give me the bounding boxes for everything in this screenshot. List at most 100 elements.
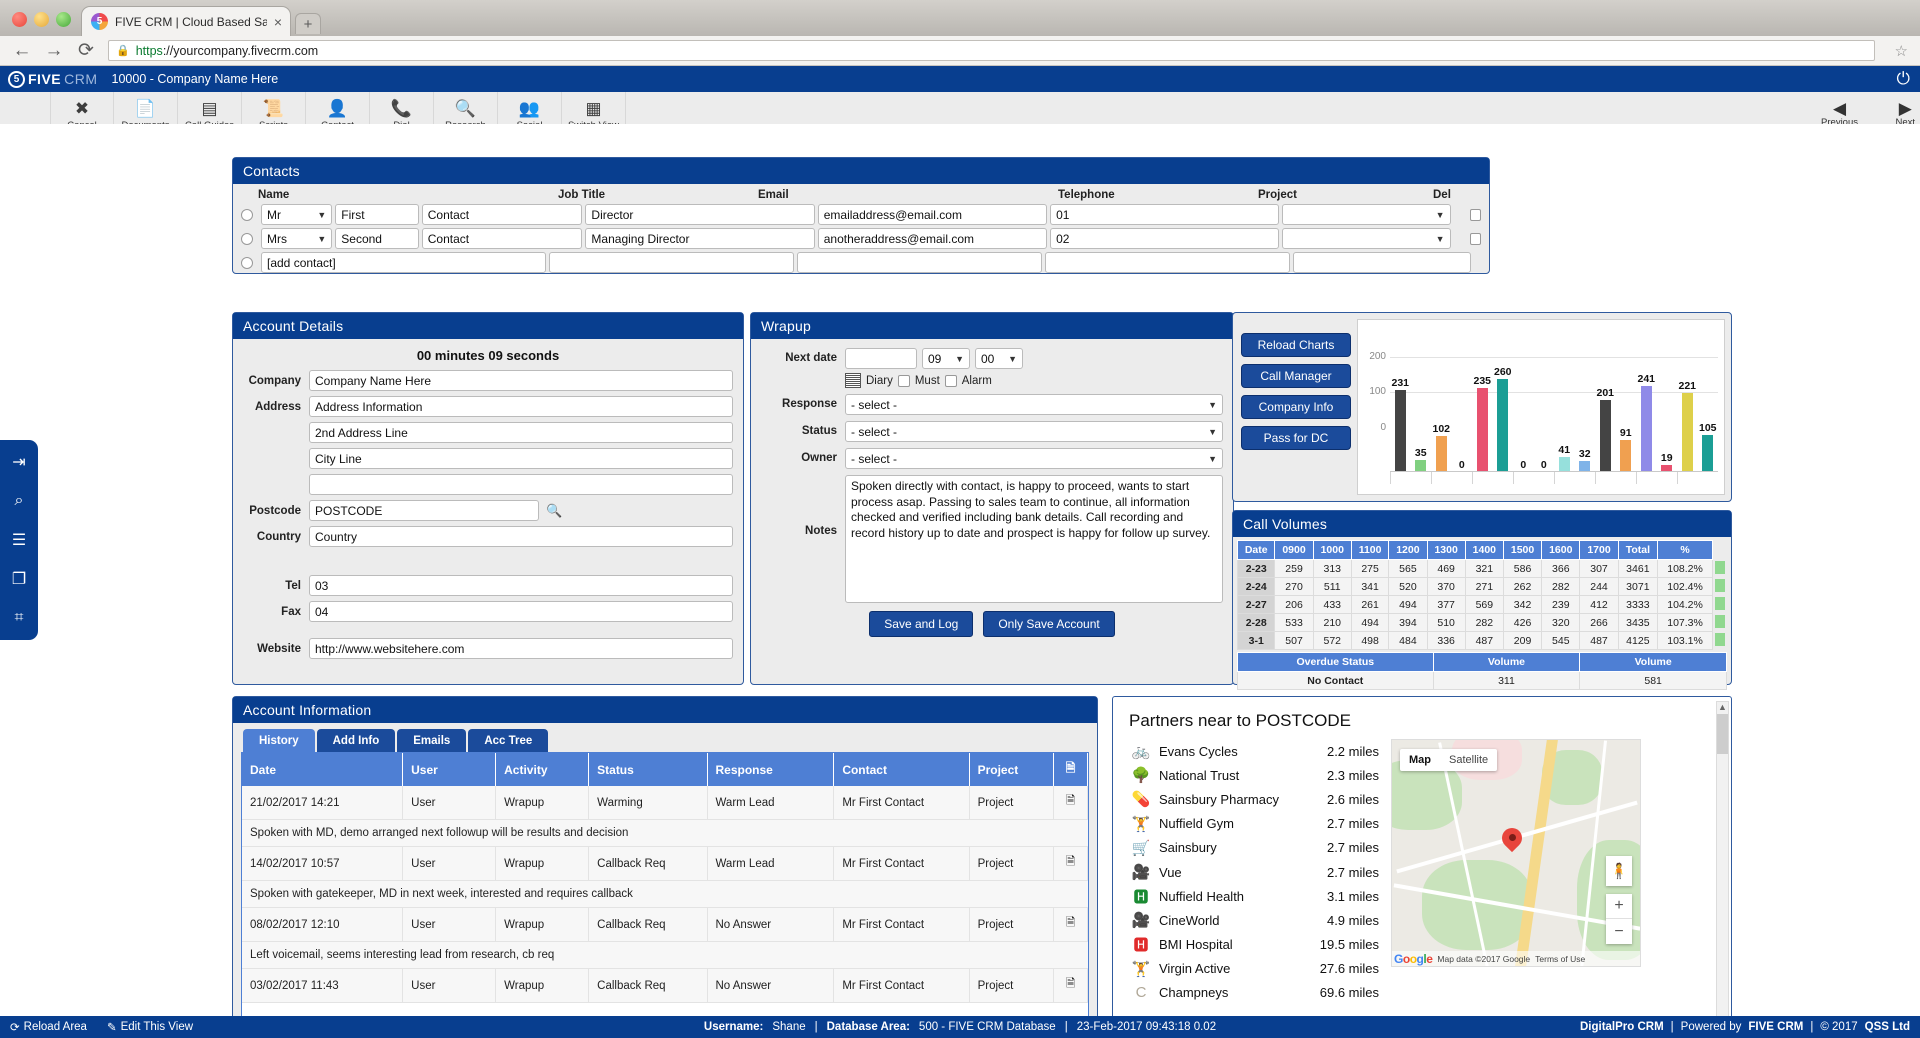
contact-email-input[interactable]: emailaddress@email.com (817, 204, 1048, 225)
alarm-checkbox[interactable] (944, 374, 957, 387)
add-contact-project[interactable] (1293, 252, 1471, 273)
map-zoom-control[interactable]: + − (1606, 894, 1632, 944)
partner-row[interactable]: 🅷 BMI Hospital 19.5 miles (1129, 933, 1379, 957)
contact-project-select[interactable]: ▼ (1282, 204, 1451, 225)
account-detail-input[interactable]: http://www.websitehere.com (309, 638, 733, 659)
partner-row[interactable]: 🎥 Vue 2.7 miles (1129, 860, 1379, 884)
account-detail-input[interactable]: POSTCODE (309, 500, 539, 521)
contact-delete-checkbox[interactable] (1469, 232, 1481, 245)
partner-row[interactable]: 💊 Sainsbury Pharmacy 2.6 miles (1129, 787, 1379, 811)
copy-records-icon[interactable]: ❐ (6, 566, 32, 592)
partner-row[interactable]: 🏋 Nuffield Gym 2.7 miles (1129, 812, 1379, 836)
back-icon[interactable]: ← (12, 40, 32, 62)
account-detail-input[interactable]: City Line (309, 448, 733, 469)
save-and-log-button[interactable]: Save and Log (869, 611, 974, 637)
add-contact-field[interactable]: [add contact] (261, 252, 546, 273)
history-edit-icon[interactable]: 🗎 (1053, 786, 1088, 820)
next-date-input[interactable] (845, 348, 917, 369)
satellite-tab[interactable]: Satellite (1440, 749, 1497, 771)
account-detail-input[interactable]: 2nd Address Line (309, 422, 733, 443)
contact-jobtitle-input[interactable]: Director (585, 204, 815, 225)
partner-row[interactable]: 🎥 CineWorld 4.9 miles (1129, 908, 1379, 932)
close-tab-icon[interactable]: × (274, 14, 282, 30)
pegman-icon[interactable]: 🧍 (1606, 856, 1632, 886)
owner-select[interactable]: - select - ▼ (845, 448, 1223, 469)
map-terms-link[interactable]: Terms of Use (1535, 954, 1585, 964)
search-records-icon[interactable]: ⌕ (6, 488, 32, 514)
partner-row[interactable]: 🏋 Virgin Active 27.6 miles (1129, 957, 1379, 981)
close-window-button[interactable] (12, 12, 27, 27)
contact-firstname-input[interactable]: Second (335, 228, 419, 249)
account-detail-input[interactable]: Company Name Here (309, 370, 733, 391)
calendar-icon[interactable] (845, 373, 861, 388)
contact-email-input[interactable]: anotheraddress@email.com (817, 228, 1048, 249)
list-view-icon[interactable]: ☰ (6, 527, 32, 553)
reload-icon[interactable]: ⟳ (76, 39, 96, 62)
expand-menu-icon[interactable]: ⇥ (6, 449, 32, 475)
history-edit-icon[interactable]: 🗎 (1053, 968, 1088, 1003)
only-save-account-button[interactable]: Only Save Account (983, 611, 1115, 637)
window-controls[interactable] (0, 12, 81, 36)
add-contact-email[interactable] (797, 252, 1042, 273)
partner-row[interactable]: 🌳 National Trust 2.3 miles (1129, 763, 1379, 787)
contact-jobtitle-input[interactable]: Managing Director (585, 228, 815, 249)
partner-row[interactable]: 🅷 Nuffield Health 3.1 miles (1129, 884, 1379, 908)
scrollbar-thumb[interactable] (1717, 714, 1728, 754)
contact-telephone-input[interactable]: 02 (1050, 228, 1280, 249)
export-icon[interactable]: 🗎 (1053, 753, 1088, 786)
contact-radio[interactable] (241, 208, 253, 221)
notes-textarea[interactable]: Spoken directly with contact, is happy t… (845, 475, 1223, 603)
postcode-search-icon[interactable]: 🔍 (546, 503, 562, 519)
chart-button-pass-for-dc[interactable]: Pass for DC (1241, 426, 1351, 450)
contact-firstname-input[interactable]: First (335, 204, 419, 225)
maximize-window-button[interactable] (56, 12, 71, 27)
chart-button-company-info[interactable]: Company Info (1241, 395, 1351, 419)
address-bar[interactable]: 🔒 https://yourcompany.fivecrm.com (108, 40, 1875, 61)
contact-project-select[interactable]: ▼ (1282, 228, 1451, 249)
partner-row[interactable]: 🚲 Evans Cycles 2.2 miles (1129, 739, 1379, 763)
add-contact-tel[interactable] (1045, 252, 1290, 273)
zoom-out-button[interactable]: − (1606, 919, 1632, 944)
reports-icon[interactable]: ⌗ (6, 605, 32, 631)
contact-title-select[interactable]: Mr ▼ (261, 204, 333, 225)
response-select[interactable]: - select - ▼ (845, 394, 1223, 415)
partner-row[interactable]: C Champneys 69.6 miles (1129, 981, 1379, 1005)
forward-icon[interactable]: → (44, 40, 64, 62)
new-tab-button[interactable]: + (295, 13, 321, 34)
account-detail-input[interactable]: 03 (309, 575, 733, 596)
chart-button-reload-charts[interactable]: Reload Charts (1241, 333, 1351, 357)
add-contact-row[interactable]: [add contact] (241, 252, 1481, 273)
contact-radio[interactable] (241, 256, 253, 269)
account-detail-input[interactable]: Address Information (309, 396, 733, 417)
minimize-window-button[interactable] (34, 12, 49, 27)
map-type-control[interactable]: Map Satellite (1400, 749, 1498, 771)
must-checkbox[interactable] (897, 374, 910, 387)
tab-history[interactable]: History (243, 729, 315, 752)
contact-lastname-input[interactable]: Contact (421, 228, 583, 249)
add-contact-job[interactable] (549, 252, 794, 273)
history-edit-icon[interactable]: 🗎 (1053, 907, 1088, 942)
hour-select[interactable]: 09 ▼ (922, 348, 970, 369)
account-detail-input[interactable]: Country (309, 526, 733, 547)
history-edit-icon[interactable]: 🗎 (1053, 846, 1088, 881)
contact-delete-checkbox[interactable] (1469, 208, 1481, 221)
map-tab[interactable]: Map (1400, 749, 1440, 771)
chart-button-call-manager[interactable]: Call Manager (1241, 364, 1351, 388)
partner-row[interactable]: 🛒 Sainsbury 2.7 miles (1129, 836, 1379, 860)
bookmark-star-icon[interactable]: ☆ (1887, 42, 1908, 60)
contact-telephone-input[interactable]: 01 (1050, 204, 1280, 225)
contact-radio[interactable] (241, 232, 253, 245)
reload-area-button[interactable]: ⟳ Reload Area (10, 1020, 87, 1034)
contact-lastname-input[interactable]: Contact (421, 204, 583, 225)
google-map[interactable]: Map Satellite 🧍 + − Google Map data ©201… (1391, 739, 1641, 967)
account-detail-input[interactable]: 04 (309, 601, 733, 622)
status-select[interactable]: - select - ▼ (845, 421, 1223, 442)
tab-add-info[interactable]: Add Info (316, 729, 396, 752)
partners-scrollbar[interactable]: ▲ ▼ (1716, 701, 1729, 1016)
edit-view-button[interactable]: ✎ Edit This View (107, 1020, 193, 1034)
minute-select[interactable]: 00 ▼ (975, 348, 1023, 369)
tab-emails[interactable]: Emails (397, 729, 467, 752)
contact-title-select[interactable]: Mrs ▼ (261, 228, 333, 249)
account-detail-input[interactable] (309, 474, 733, 495)
zoom-in-button[interactable]: + (1606, 894, 1632, 919)
